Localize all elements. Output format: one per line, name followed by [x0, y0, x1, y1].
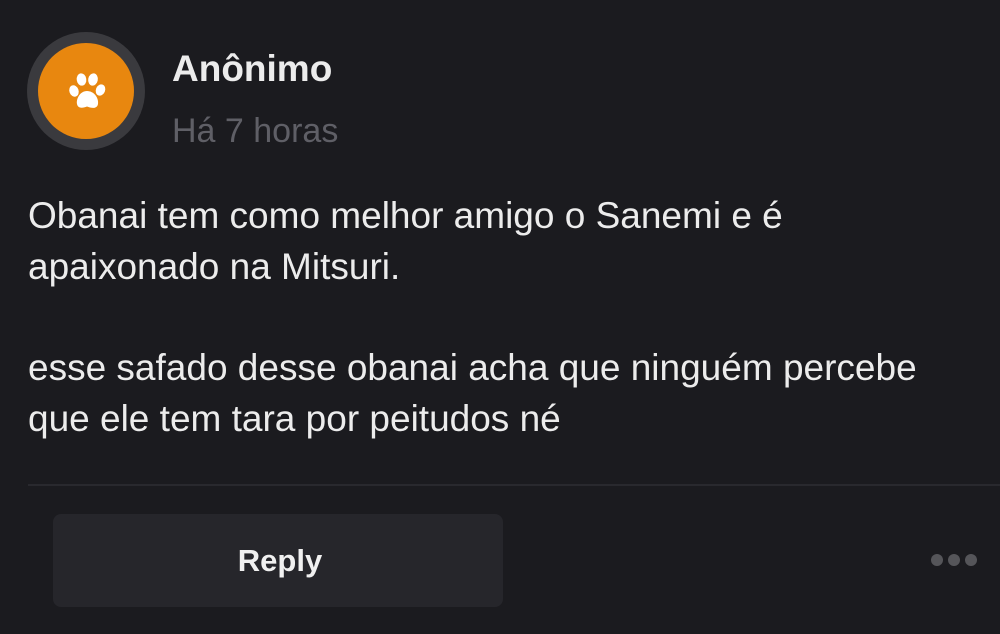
reply-button[interactable]: Reply [53, 514, 503, 607]
reply-label: Reply [237, 542, 323, 578]
more-dots-icon [931, 554, 943, 566]
avatar-circle [38, 43, 134, 139]
comment-paragraph: esse safado desse obanai acha que ningué… [28, 347, 917, 439]
more-dots-icon [948, 554, 960, 566]
author-name[interactable]: Anônimo [172, 48, 332, 90]
divider [28, 484, 1000, 486]
comment-body: Obanai tem como melhor amigo o Sanemi e … [28, 190, 968, 444]
paw-icon [69, 73, 106, 108]
avatar[interactable] [27, 32, 145, 150]
comment-paragraph: Obanai tem como melhor amigo o Sanemi e … [28, 195, 783, 287]
more-dots-icon [965, 554, 977, 566]
more-options-button[interactable] [926, 545, 982, 575]
comment-timestamp: Há 7 horas [172, 112, 339, 150]
